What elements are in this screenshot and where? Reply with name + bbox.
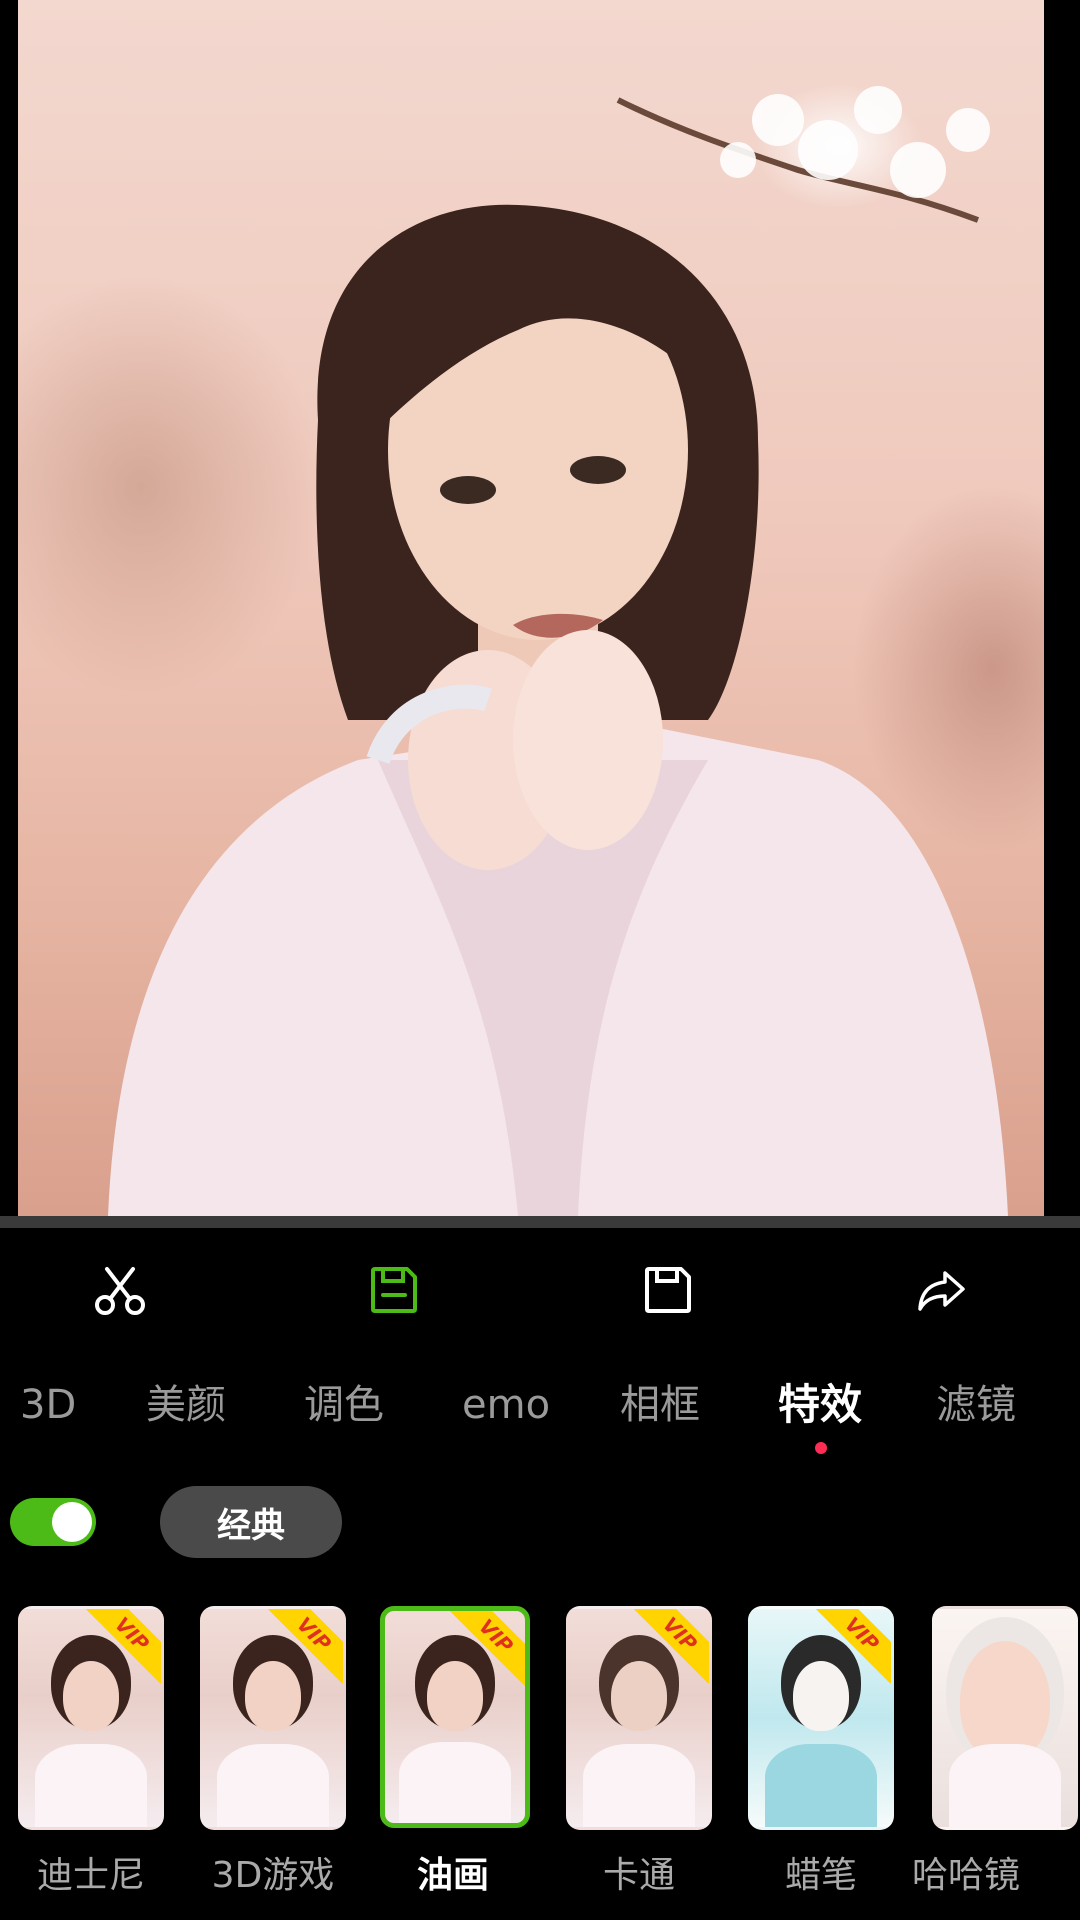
save-icon bbox=[645, 1267, 691, 1313]
preview-edge bbox=[1044, 0, 1080, 1216]
effect-3d-game[interactable]: VIP 3D游戏 bbox=[200, 1606, 346, 1896]
portrait-illustration bbox=[108, 86, 1008, 1216]
scissors-icon bbox=[95, 1267, 145, 1315]
crop-button[interactable] bbox=[80, 1250, 160, 1330]
tab-frame[interactable]: 相框 bbox=[620, 1370, 700, 1440]
effect-funhouse-mirror[interactable]: 哈哈镜 bbox=[912, 1606, 1078, 1896]
tab-effects[interactable]: 特效 bbox=[778, 1370, 862, 1440]
effect-thumbnail: VIP bbox=[566, 1606, 712, 1830]
effect-thumbnail: VIP bbox=[200, 1606, 346, 1830]
toolbar bbox=[0, 1250, 1080, 1330]
tab-filter[interactable]: 滤镜 bbox=[936, 1370, 1016, 1440]
tab-color[interactable]: 调色 bbox=[304, 1370, 384, 1440]
effect-label: 卡通 bbox=[602, 1855, 675, 1896]
share-button[interactable] bbox=[902, 1250, 982, 1330]
tab-3d[interactable]: 3D bbox=[20, 1370, 76, 1440]
effect-cartoon[interactable]: VIP 卡通 bbox=[566, 1606, 712, 1896]
share-icon bbox=[918, 1271, 965, 1311]
effect-disney[interactable]: VIP 迪士尼 bbox=[18, 1606, 164, 1896]
active-tab-indicator bbox=[815, 1442, 827, 1454]
tab-beauty[interactable]: 美颜 bbox=[146, 1370, 226, 1440]
effect-label: 哈哈镜 bbox=[912, 1855, 1021, 1896]
photo-preview[interactable] bbox=[18, 0, 1044, 1216]
effect-label: 油画 bbox=[416, 1855, 489, 1896]
tab-emo[interactable]: emo bbox=[462, 1370, 550, 1440]
effect-oil-painting[interactable]: VIP 油画 bbox=[380, 1606, 530, 1896]
save-effect-button[interactable] bbox=[354, 1250, 434, 1330]
effect-toggle[interactable] bbox=[10, 1498, 96, 1546]
toggle-knob bbox=[52, 1502, 92, 1542]
divider bbox=[0, 1216, 1080, 1228]
effect-thumbnail: VIP bbox=[748, 1606, 894, 1830]
effect-thumbnail: VIP bbox=[18, 1606, 164, 1830]
save-icon bbox=[371, 1267, 417, 1313]
effect-thumbnail bbox=[932, 1606, 1078, 1830]
style-chip-classic[interactable]: 经典 bbox=[160, 1486, 342, 1558]
category-tabs: 3D 美颜 调色 emo 相框 特效 滤镜 bbox=[0, 1370, 1080, 1450]
effect-label: 迪士尼 bbox=[36, 1855, 145, 1896]
save-button[interactable] bbox=[628, 1250, 708, 1330]
effect-crayon[interactable]: VIP 蜡笔 bbox=[748, 1606, 894, 1896]
effect-thumbnail: VIP bbox=[380, 1606, 530, 1828]
effect-label: 3D游戏 bbox=[211, 1855, 335, 1896]
effect-label: 蜡笔 bbox=[784, 1855, 857, 1896]
